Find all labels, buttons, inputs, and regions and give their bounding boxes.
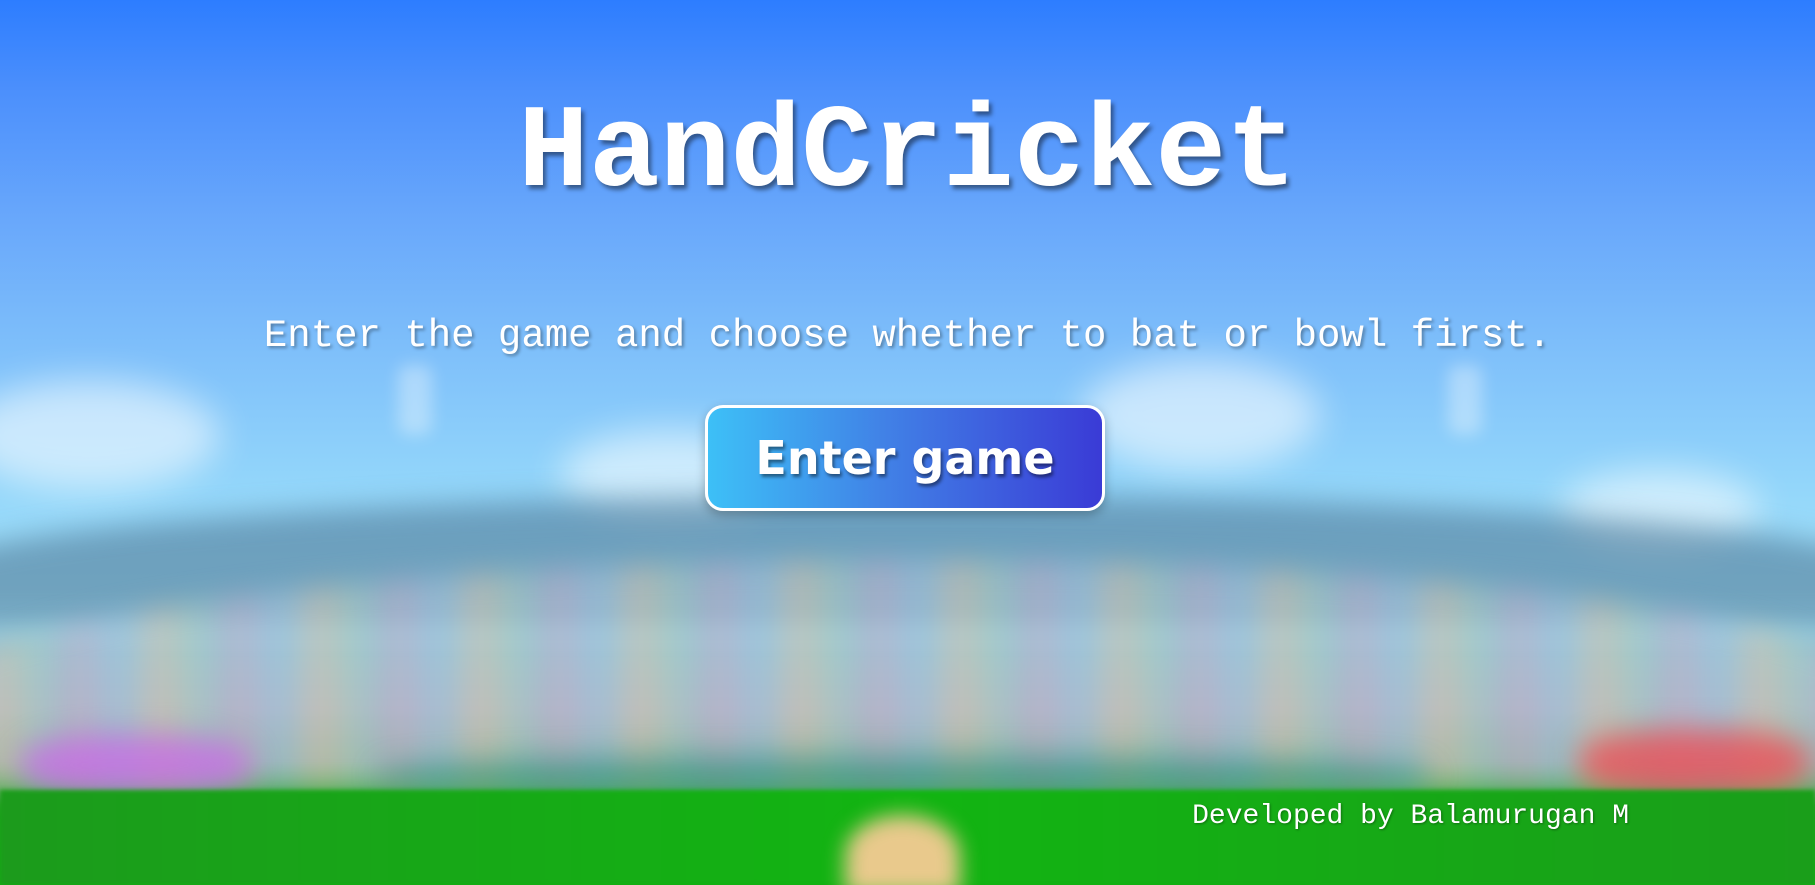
cloud (1080, 360, 1320, 470)
floodlight (1448, 365, 1482, 435)
crowd-section (20, 735, 250, 795)
cloud (0, 380, 220, 490)
cricket-pitch (845, 815, 960, 885)
floodlight (398, 365, 432, 435)
developer-credit: Developed by Balamurugan M (1192, 801, 1629, 832)
enter-game-button[interactable]: Enter game (705, 405, 1105, 511)
crowd-section (1580, 730, 1810, 795)
page-subtitle: Enter the game and choose whether to bat… (263, 314, 1552, 358)
crowd-section (380, 755, 1430, 795)
page-title: HandCricket (518, 88, 1297, 221)
